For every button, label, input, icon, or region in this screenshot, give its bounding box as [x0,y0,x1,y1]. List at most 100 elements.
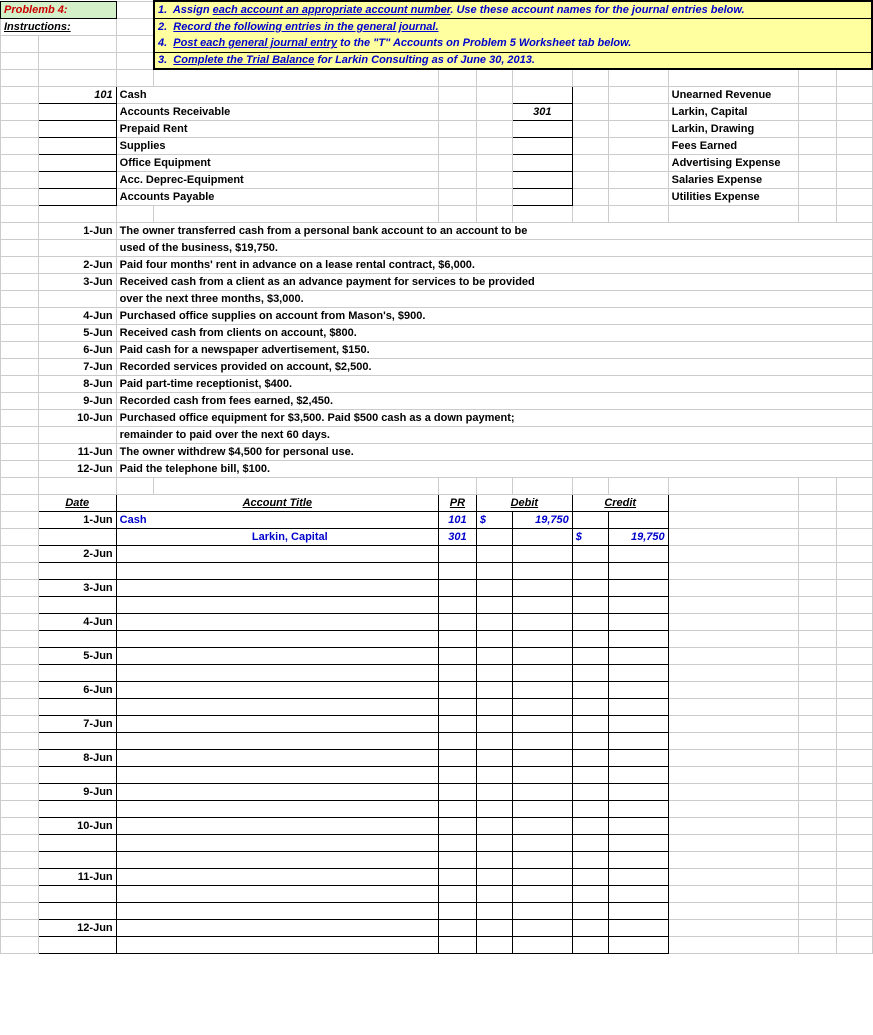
j-credit-sym[interactable] [572,562,608,579]
j-credit[interactable] [608,817,668,834]
j-credit-sym[interactable] [572,664,608,681]
j-title[interactable] [116,749,438,766]
j-pr[interactable] [438,545,476,562]
acct-num-left[interactable] [38,188,116,205]
j-title[interactable] [116,630,438,647]
j-debit-sym[interactable] [476,630,512,647]
j-date[interactable] [38,732,116,749]
j-title[interactable] [116,902,438,919]
acct-num-right[interactable] [512,137,572,154]
j-date[interactable] [38,630,116,647]
j-pr[interactable]: 301 [438,528,476,545]
j-date[interactable]: 3-Jun [38,579,116,596]
j-title[interactable] [116,817,438,834]
j-debit[interactable] [512,681,572,698]
j-debit[interactable] [512,749,572,766]
j-debit[interactable] [512,698,572,715]
j-title[interactable]: Larkin, Capital [116,528,438,545]
j-credit-sym[interactable] [572,545,608,562]
j-pr[interactable] [438,579,476,596]
j-debit-sym[interactable] [476,885,512,902]
acct-num-right[interactable] [512,86,572,103]
j-pr[interactable] [438,630,476,647]
j-debit-sym[interactable] [476,919,512,936]
j-debit[interactable] [512,868,572,885]
j-credit[interactable] [608,868,668,885]
j-debit[interactable] [512,800,572,817]
j-debit[interactable] [512,936,572,953]
j-debit-sym[interactable] [476,800,512,817]
j-date[interactable] [38,528,116,545]
j-credit[interactable] [608,885,668,902]
j-date[interactable]: 6-Jun [38,681,116,698]
j-credit-sym[interactable] [572,579,608,596]
j-date[interactable]: 11-Jun [38,868,116,885]
j-pr[interactable] [438,783,476,800]
j-debit-sym[interactable] [476,613,512,630]
j-debit[interactable] [512,613,572,630]
j-pr[interactable]: 101 [438,511,476,528]
j-debit-sym[interactable] [476,936,512,953]
j-debit-sym[interactable] [476,817,512,834]
j-credit[interactable] [608,919,668,936]
j-credit-sym[interactable] [572,698,608,715]
j-title[interactable] [116,698,438,715]
j-debit[interactable] [512,596,572,613]
j-credit[interactable] [608,834,668,851]
j-date[interactable]: 12-Jun [38,919,116,936]
j-debit-sym[interactable] [476,732,512,749]
j-debit[interactable] [512,851,572,868]
j-pr[interactable] [438,766,476,783]
acct-num-left[interactable] [38,154,116,171]
j-debit-sym[interactable] [476,681,512,698]
j-credit-sym[interactable] [572,885,608,902]
j-credit[interactable] [608,851,668,868]
j-credit-sym[interactable] [572,834,608,851]
spreadsheet[interactable]: Problemb 4:1. Assign each account an app… [0,0,873,954]
j-pr[interactable] [438,800,476,817]
j-credit[interactable] [608,766,668,783]
j-credit-sym[interactable] [572,902,608,919]
j-title[interactable] [116,545,438,562]
j-pr[interactable] [438,851,476,868]
j-credit[interactable] [608,596,668,613]
j-debit-sym[interactable] [476,596,512,613]
j-title[interactable] [116,715,438,732]
j-credit[interactable] [608,749,668,766]
j-credit[interactable] [608,511,668,528]
j-date[interactable]: 9-Jun [38,783,116,800]
j-pr[interactable] [438,868,476,885]
j-title[interactable] [116,885,438,902]
j-credit-sym[interactable] [572,783,608,800]
j-date[interactable] [38,698,116,715]
j-title[interactable] [116,664,438,681]
j-date[interactable] [38,766,116,783]
j-debit[interactable] [512,664,572,681]
j-date[interactable] [38,936,116,953]
j-title[interactable] [116,579,438,596]
j-pr[interactable] [438,613,476,630]
j-debit-sym[interactable] [476,766,512,783]
j-debit[interactable] [512,647,572,664]
j-credit-sym[interactable] [572,766,608,783]
j-date[interactable]: 2-Jun [38,545,116,562]
j-title[interactable] [116,936,438,953]
j-date[interactable] [38,885,116,902]
j-title[interactable] [116,868,438,885]
j-credit[interactable] [608,545,668,562]
j-date[interactable]: 8-Jun [38,749,116,766]
j-debit-sym[interactable] [476,851,512,868]
j-credit-sym[interactable] [572,800,608,817]
j-credit[interactable] [608,647,668,664]
j-credit-sym[interactable] [572,919,608,936]
j-date[interactable]: 10-Jun [38,817,116,834]
j-credit[interactable] [608,698,668,715]
j-debit[interactable] [512,732,572,749]
acct-num-left[interactable] [38,137,116,154]
j-debit-sym[interactable] [476,834,512,851]
j-title[interactable] [116,783,438,800]
j-debit[interactable] [512,919,572,936]
j-credit[interactable] [608,800,668,817]
j-date[interactable] [38,800,116,817]
j-pr[interactable] [438,681,476,698]
